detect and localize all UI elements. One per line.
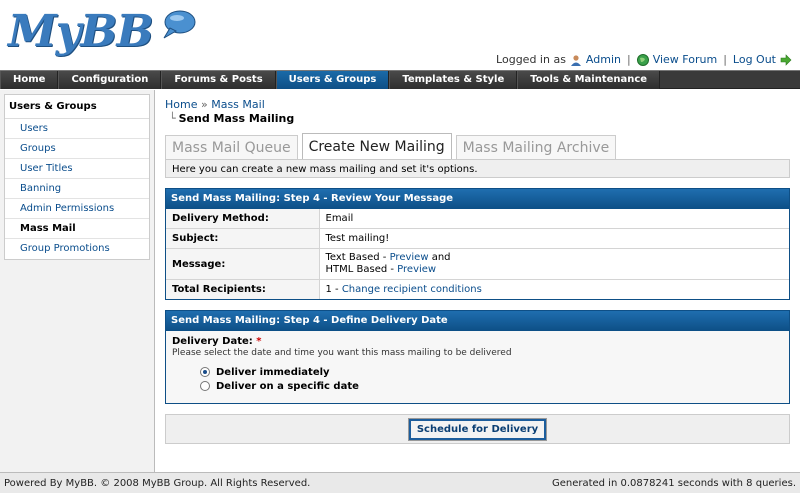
recipients-count: 1 - [325, 284, 342, 295]
mybb-logo[interactable]: MyBB [8, 6, 196, 58]
globe-icon [636, 53, 649, 66]
separator: | [626, 53, 631, 66]
review-panel: Send Mass Mailing: Step 4 - Review Your … [165, 188, 790, 300]
tab-create-new-mailing[interactable]: Create New Mailing [301, 133, 452, 159]
breadcrumb-mass-mail[interactable]: Mass Mail [211, 98, 265, 111]
breadcrumb-separator: » [200, 98, 208, 111]
nav-tab-configuration[interactable]: Configuration [58, 71, 162, 89]
sidebar-title: Users & Groups [5, 95, 149, 119]
sidebar-item-groups[interactable]: Groups [5, 139, 149, 159]
nav-tab-users-groups[interactable]: Users & Groups [275, 71, 390, 89]
text-preview-link[interactable]: Preview [390, 252, 429, 263]
deliver-immediately-radio[interactable] [200, 367, 210, 377]
user-icon [570, 54, 581, 66]
delivery-date-description: Please select the date and time you want… [172, 348, 512, 358]
footer-copyright: Powered By MyBB. © 2008 MyBB Group. All … [4, 478, 311, 489]
breadcrumb-current-label: Send Mass Mailing [178, 112, 295, 125]
table-row: Subject: Test mailing! [166, 228, 789, 249]
logo-text: MyBB [8, 6, 154, 57]
tab-mass-mailing-archive[interactable]: Mass Mailing Archive [455, 135, 617, 159]
subject-label: Subject: [166, 228, 320, 249]
review-panel-title: Send Mass Mailing: Step 4 - Review Your … [166, 189, 789, 209]
table-row: Total Recipients: 1 - Change recipient c… [166, 279, 789, 299]
schedule-for-delivery-button[interactable]: Schedule for Delivery [407, 417, 548, 441]
html-preview-link[interactable]: Preview [397, 264, 436, 275]
speech-bubble-icon [163, 10, 196, 39]
message-label: Message: [166, 248, 320, 280]
review-table: Delivery Method: Email Subject: Test mai… [166, 209, 789, 299]
delivery-date-section: Delivery Date: * Please select the date … [166, 331, 789, 403]
breadcrumb: Home » Mass Mail [165, 98, 790, 111]
corner-glyph: └ [169, 112, 176, 125]
submit-bar: Schedule for Delivery [165, 414, 790, 444]
delivery-options: Deliver immediately Deliver on a specifi… [200, 365, 783, 393]
logged-in-label: Logged in as [496, 53, 566, 66]
delivery-panel-title: Send Mass Mailing: Step 4 - Define Deliv… [166, 311, 789, 331]
view-forum-link[interactable]: View Forum [653, 53, 717, 66]
delivery-date-label-text: Delivery Date: [172, 336, 253, 347]
deliver-specific-date-radio[interactable] [200, 381, 210, 391]
html-based-label: HTML Based - [325, 264, 398, 275]
main-content: Home » Mass Mail └ Send Mass Mailing Mass… [165, 90, 790, 444]
text-based-label: Text Based - [325, 252, 390, 263]
and-label: and [428, 252, 451, 263]
delivery-method-value: Email [325, 213, 354, 224]
deliver-specific-date-label[interactable]: Deliver on a specific date [216, 381, 359, 392]
deliver-immediately-label[interactable]: Deliver immediately [216, 367, 330, 378]
sidebar-item-banning[interactable]: Banning [5, 179, 149, 199]
required-marker: * [256, 336, 262, 347]
table-row: Delivery Method: Email [166, 209, 789, 229]
separator: | [723, 53, 727, 66]
message-value: Text Based - Preview and HTML Based - Pr… [319, 248, 789, 280]
subject-value: Test mailing! [319, 228, 789, 249]
intro-text: Here you can create a new mass mailing a… [165, 159, 790, 178]
nav-tab-forums-posts[interactable]: Forums & Posts [161, 71, 276, 89]
delivery-date-label: Delivery Date: * [172, 336, 783, 347]
logout-link[interactable]: Log Out [733, 53, 776, 66]
deliver-immediately-option[interactable]: Deliver immediately [200, 365, 783, 379]
nav-tab-templates-style[interactable]: Templates & Style [389, 71, 518, 89]
sidebar-item-users[interactable]: Users [5, 119, 149, 139]
nav-tab-tools-maintenance[interactable]: Tools & Maintenance [517, 71, 661, 89]
user-bar: Logged in as Admin | View Forum | Log Ou… [496, 53, 792, 66]
header: MyBB Logged in as Admin | View Forum | L… [0, 0, 800, 70]
tab-mass-mail-queue[interactable]: Mass Mail Queue [165, 135, 298, 159]
main-nav: Home Configuration Forums & Posts Users … [0, 70, 800, 89]
sidebar-item-user-titles[interactable]: User Titles [5, 159, 149, 179]
sidebar: Users & Groups Users Groups User Titles … [0, 90, 155, 472]
deliver-specific-date-option[interactable]: Deliver on a specific date [200, 379, 783, 393]
logout-arrow-icon [780, 53, 792, 66]
tab-bar: Mass Mail Queue Create New Mailing Mass … [165, 133, 790, 159]
breadcrumb-home[interactable]: Home [165, 98, 197, 111]
breadcrumb-current: └ Send Mass Mailing [169, 112, 790, 125]
admin-link[interactable]: Admin [586, 53, 621, 66]
sidebar-menu: Users & Groups Users Groups User Titles … [4, 94, 150, 260]
delivery-panel: Send Mass Mailing: Step 4 - Define Deliv… [165, 310, 790, 404]
sidebar-item-admin-permissions[interactable]: Admin Permissions [5, 199, 149, 219]
total-recipients-value: 1 - Change recipient conditions [319, 279, 789, 299]
footer: Powered By MyBB. © 2008 MyBB Group. All … [0, 472, 800, 493]
delivery-method-label: Delivery Method: [166, 209, 320, 229]
nav-tab-home[interactable]: Home [0, 71, 59, 89]
sidebar-item-mass-mail[interactable]: Mass Mail [5, 219, 149, 239]
table-row: Message: Text Based - Preview and HTML B… [166, 248, 789, 280]
footer-generated: Generated in 0.0878241 seconds with 8 qu… [551, 478, 796, 489]
total-recipients-label: Total Recipients: [166, 279, 320, 299]
sidebar-item-group-promotions[interactable]: Group Promotions [5, 239, 149, 259]
change-recipients-link[interactable]: Change recipient conditions [342, 284, 482, 295]
